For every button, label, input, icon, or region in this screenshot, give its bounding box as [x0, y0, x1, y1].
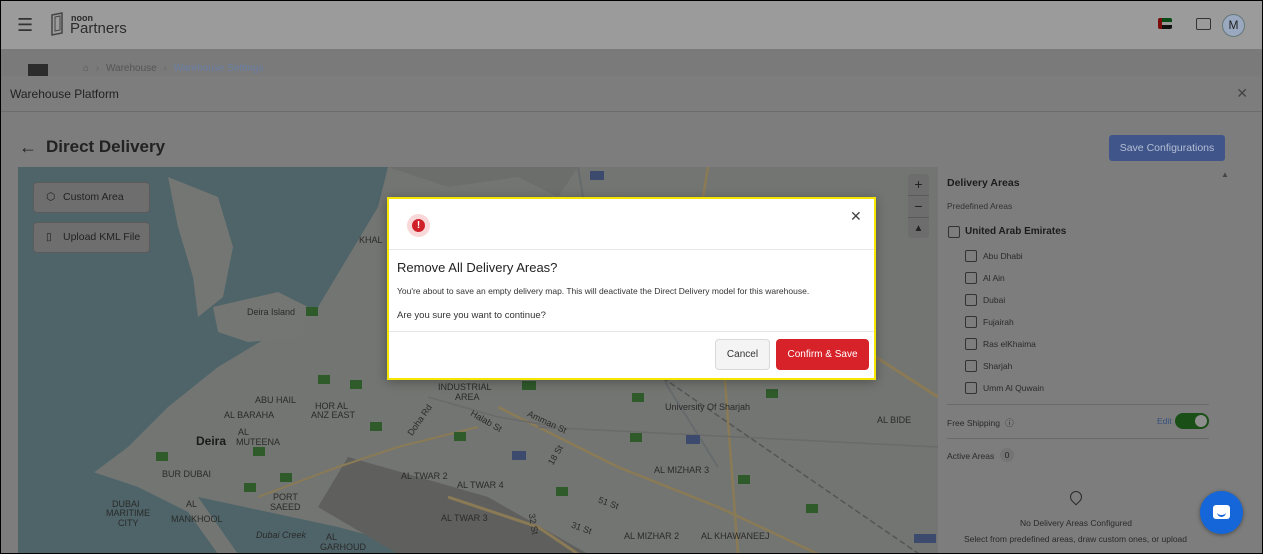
map-label: University Of Sharjah: [665, 402, 751, 412]
custom-area-label: Custom Area: [63, 191, 124, 203]
back-arrow-icon[interactable]: ←: [19, 137, 37, 158]
save-configurations-button[interactable]: Save Configurations: [1109, 135, 1225, 161]
dialog-message: You're about to save an empty delivery m…: [397, 286, 810, 296]
map-label: AL MIZHAR 3: [654, 465, 710, 475]
delivery-areas-title: Delivery Areas: [947, 177, 1020, 189]
home-icon[interactable]: ⌂: [83, 63, 89, 74]
map-label: Deira: [196, 434, 227, 448]
map-label: INDUSTRIAL: [438, 382, 492, 392]
map-label: MARITIME: [106, 508, 150, 518]
brand-name: Partners: [70, 20, 127, 37]
emirate-label: Abu Dhabi: [983, 251, 1023, 261]
file-icon: ▯: [46, 231, 52, 243]
breadcrumb: ⌂ › Warehouse › Warehouse Settings: [83, 63, 264, 74]
top-bar: ☰ noon Partners M: [1, 1, 1262, 49]
dialog-close-icon[interactable]: ✕: [850, 208, 862, 225]
dialog-question: Are you sure you want to continue?: [397, 310, 546, 321]
menu-icon[interactable]: ☰: [17, 15, 33, 36]
map-label: AL KHAWANEEJ: [701, 531, 770, 541]
free-shipping-toggle[interactable]: [1175, 413, 1209, 429]
divider: [947, 438, 1209, 439]
avatar[interactable]: M: [1222, 14, 1245, 37]
emirate-checkbox-fujairah[interactable]: [965, 316, 977, 328]
emirate-checkbox-abu-dhabi[interactable]: [965, 250, 977, 262]
divider: [389, 331, 874, 332]
scroll-up-icon[interactable]: ▲: [1221, 170, 1229, 179]
chat-support-icon[interactable]: [1200, 491, 1243, 534]
emirate-label: Sharjah: [983, 361, 1013, 371]
empty-state-text: Select from predefined areas, draw custo…: [964, 534, 1188, 544]
emirate-label: Ras elKhaima: [983, 339, 1036, 349]
map-label: KHAL: [359, 235, 383, 245]
active-areas-label: Active Areas: [947, 451, 995, 461]
zoom-controls: + − ▲: [908, 174, 929, 238]
error-icon: [407, 214, 430, 237]
divider: [947, 404, 1209, 405]
upload-kml-label: Upload KML File: [63, 231, 141, 243]
upload-kml-button[interactable]: ▯ Upload KML File: [33, 222, 150, 253]
country-label: United Arab Emirates: [965, 226, 1067, 237]
map-label: ANZ EAST: [311, 410, 356, 420]
free-shipping-text: Free Shipping: [947, 418, 1000, 428]
emirate-checkbox-umm-al-quwain[interactable]: [965, 382, 977, 394]
map-label: AL BIDE: [877, 415, 912, 425]
zoom-out-button[interactable]: −: [908, 196, 929, 218]
map-label: Dubai Creek: [256, 530, 307, 540]
edit-link[interactable]: Edit: [1157, 416, 1172, 426]
breadcrumb-item-warehouse[interactable]: Warehouse: [106, 63, 157, 74]
panel-close-icon[interactable]: ✕: [1236, 85, 1248, 102]
app-window: ☰ noon Partners M ⌂ › Warehouse › Wareho…: [0, 0, 1263, 554]
dialog-title: Remove All Delivery Areas?: [397, 260, 558, 275]
breadcrumb-item-warehouse-settings[interactable]: Warehouse Settings: [174, 63, 264, 74]
map-label: AL: [238, 427, 250, 437]
divider: [389, 249, 874, 250]
free-shipping-label: Free Shipping ⓘ: [947, 417, 1014, 429]
emirate-checkbox-sharjah[interactable]: [965, 360, 977, 372]
confirm-save-button[interactable]: Confirm & Save: [776, 339, 869, 370]
map-label: AL: [186, 499, 198, 509]
noon-logo-icon: [51, 12, 63, 36]
polygon-icon: ⬡: [46, 191, 56, 203]
compass-icon[interactable]: ▲: [908, 218, 929, 239]
emirate-checkbox-ras-elkhaima[interactable]: [965, 338, 977, 350]
map-label: PORT: [273, 492, 298, 502]
page-title: Direct Delivery: [46, 137, 166, 156]
map-label: AL TWAR 2: [401, 471, 448, 481]
empty-state-title: No Delivery Areas Configured: [1020, 518, 1132, 528]
country-checkbox[interactable]: [948, 226, 960, 238]
map-label: GARHOUD: [320, 542, 367, 552]
map-label: MANKHOOL: [171, 514, 223, 524]
map-label: AL TWAR 4: [457, 480, 504, 490]
predefined-areas-label: Predefined Areas: [947, 201, 1013, 211]
emirate-label: Umm Al Quwain: [983, 383, 1044, 393]
map-label: ABU HAIL: [255, 395, 297, 405]
emirate-checkbox-dubai[interactable]: [965, 294, 977, 306]
map-label: AL TWAR 3: [441, 513, 488, 523]
map-label: AL BARAHA: [224, 410, 275, 420]
map-label: AREA: [455, 392, 480, 402]
emirate-label: Fujairah: [983, 317, 1014, 327]
map-label: CITY: [118, 518, 139, 528]
map-label: BUR DUBAI: [162, 469, 212, 479]
panel-header: Warehouse Platform ✕: [1, 76, 1262, 112]
cancel-button[interactable]: Cancel: [715, 339, 770, 370]
emirate-label: Al Ain: [983, 273, 1005, 283]
map-label: AL: [326, 532, 338, 542]
map-label: AL MIZHAR 2: [624, 531, 680, 541]
info-icon[interactable]: ⓘ: [1005, 418, 1014, 428]
map-label: MUTEENA: [236, 437, 281, 447]
uae-flag-icon[interactable]: [1158, 18, 1172, 29]
mail-icon[interactable]: [1196, 18, 1211, 30]
emirate-checkbox-al-ain[interactable]: [965, 272, 977, 284]
panel-title: Warehouse Platform: [10, 87, 119, 101]
active-areas-count: 0: [1000, 448, 1014, 462]
map-label: Deira Island: [247, 307, 296, 317]
custom-area-button[interactable]: ⬡ Custom Area: [33, 182, 150, 213]
zoom-in-button[interactable]: +: [908, 174, 929, 196]
emirate-label: Dubai: [983, 295, 1006, 305]
map-label: SAEED: [270, 502, 301, 512]
confirm-dialog: ✕ Remove All Delivery Areas? You're abou…: [387, 197, 876, 380]
